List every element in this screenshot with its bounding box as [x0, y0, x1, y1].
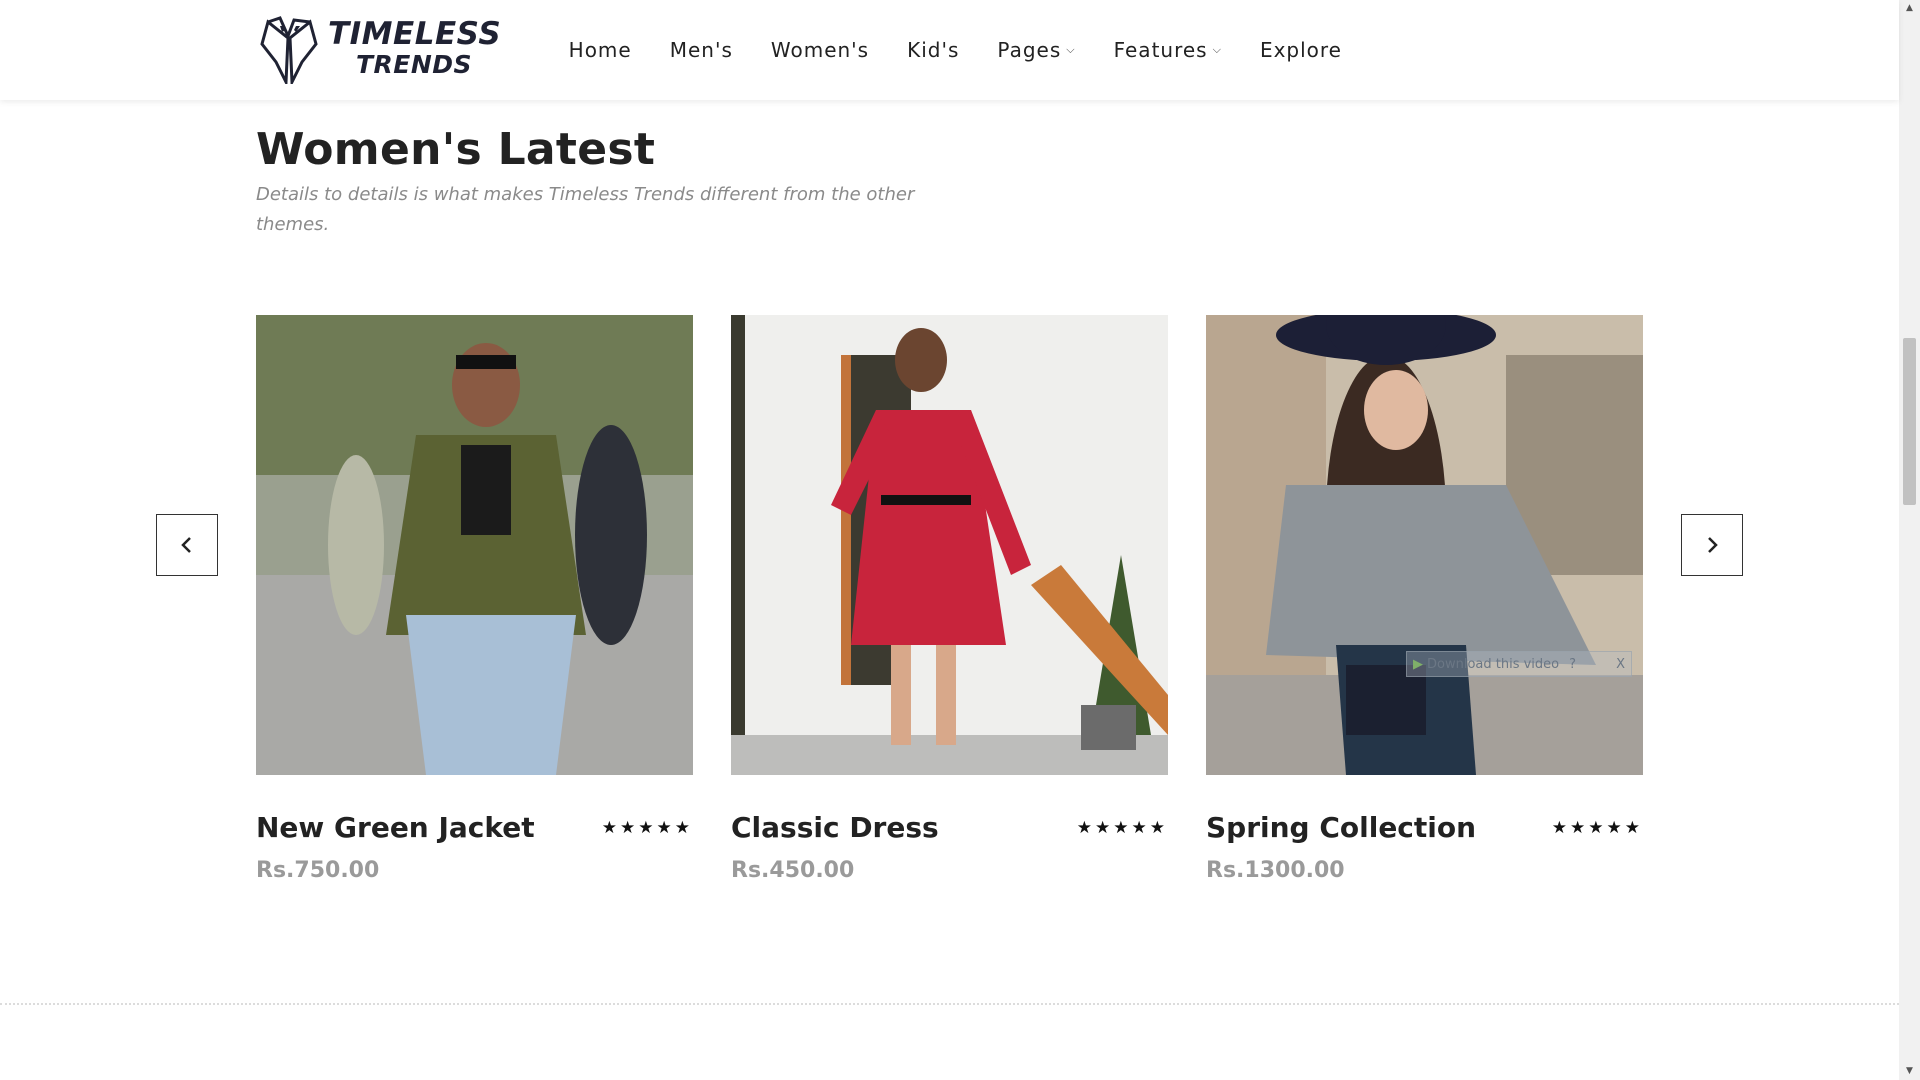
- product-name[interactable]: Spring Collection: [1206, 811, 1476, 844]
- carousel-next-button[interactable]: [1681, 514, 1743, 576]
- chevron-down-icon: ⌵: [1066, 43, 1076, 56]
- tuxedo-lapel-icon: [260, 16, 318, 84]
- product-price: Rs.450.00: [731, 858, 855, 883]
- section-title: Women's Latest: [256, 124, 656, 175]
- nav-item-explore[interactable]: Explore: [1260, 38, 1342, 62]
- product-price: Rs.750.00: [256, 858, 380, 883]
- carousel-prev-button[interactable]: [156, 514, 218, 576]
- nav-label: Explore: [1259, 38, 1342, 62]
- product-image[interactable]: [731, 315, 1168, 775]
- chevron-down-icon: ⌵: [1212, 43, 1222, 56]
- rating-stars-icon: ★★★★★: [1076, 818, 1168, 838]
- nav-label: Men's: [669, 38, 733, 62]
- nav-item-kids[interactable]: Kid's: [907, 38, 959, 62]
- product-card[interactable]: Spring Collection ★★★★★ Rs.1300.00: [1206, 315, 1643, 883]
- brand-name-line1: TIMELESS: [328, 16, 502, 52]
- play-icon: ▶: [1413, 656, 1423, 672]
- nav-item-pages[interactable]: Pages ⌵: [997, 38, 1075, 62]
- nav-item-womens[interactable]: Women's: [771, 38, 869, 62]
- brand-name-line2: TRENDS: [356, 50, 473, 79]
- product-card[interactable]: Classic Dress ★★★★★ Rs.450.00: [731, 315, 1168, 883]
- scrollbar-thumb[interactable]: [1903, 338, 1916, 505]
- page-scrollbar[interactable]: ▲ ▼: [1899, 0, 1920, 1080]
- nav-label: Women's: [770, 38, 870, 62]
- site-header: TIMELESS TRENDS Home Men's Women's Kid's…: [0, 0, 1899, 100]
- brand-logo[interactable]: TIMELESS TRENDS: [258, 14, 502, 86]
- nav-label: Features: [1113, 38, 1208, 62]
- product-card[interactable]: New Green Jacket ★★★★★ Rs.750.00: [256, 315, 693, 883]
- product-name[interactable]: Classic Dress: [731, 811, 939, 844]
- chevron-right-icon: [1708, 537, 1718, 553]
- scroll-up-arrow-icon[interactable]: ▲: [1899, 0, 1920, 17]
- product-name[interactable]: New Green Jacket: [256, 811, 535, 844]
- section-subtitle: Details to details is what makes Timeles…: [256, 184, 915, 235]
- download-video-bar[interactable]: ▶ Download this video ? X: [1406, 651, 1632, 677]
- nav-label: Pages: [997, 38, 1062, 62]
- product-image[interactable]: [1206, 315, 1643, 775]
- product-price: Rs.1300.00: [1206, 858, 1345, 883]
- nav-item-mens[interactable]: Men's: [670, 38, 733, 62]
- nav-label: Kid's: [907, 38, 960, 62]
- nav-item-home[interactable]: Home: [569, 38, 632, 62]
- product-image[interactable]: [256, 315, 693, 775]
- close-icon[interactable]: X: [1616, 657, 1625, 672]
- rating-stars-icon: ★★★★★: [601, 818, 693, 838]
- section-divider: [0, 1003, 1899, 1005]
- help-icon[interactable]: ?: [1569, 657, 1576, 672]
- download-video-label[interactable]: Download this video: [1427, 657, 1559, 672]
- main-nav: Home Men's Women's Kid's Pages ⌵ Features…: [531, 0, 1342, 100]
- nav-label: Home: [568, 38, 632, 62]
- chevron-left-icon: [181, 537, 191, 553]
- scroll-down-arrow-icon[interactable]: ▼: [1899, 1063, 1920, 1080]
- nav-item-features[interactable]: Features ⌵: [1114, 38, 1222, 62]
- rating-stars-icon: ★★★★★: [1551, 818, 1643, 838]
